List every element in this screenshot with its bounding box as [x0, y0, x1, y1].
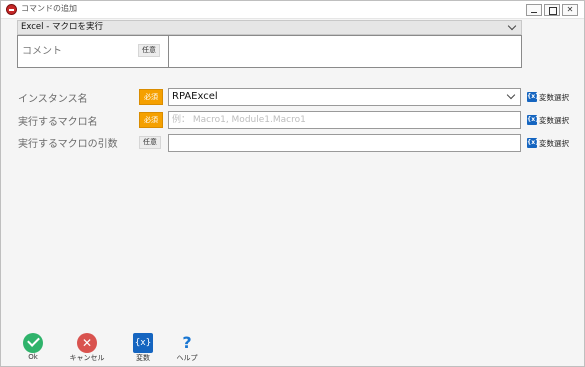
ok-label: Ok — [28, 353, 38, 361]
variable-select-button[interactable]: {x} 変数選択 — [527, 90, 583, 104]
required-badge: 必須 — [139, 112, 163, 128]
title-bar: コマンドの追加 — [1, 1, 584, 19]
action-dropdown-value: Excel - マクロを実行 — [21, 22, 103, 32]
variable-icon: {x} — [133, 333, 153, 353]
comment-section: コメント 任意 — [17, 35, 522, 68]
variable-select-label: 変数選択 — [539, 93, 569, 102]
macro-name-label: 実行するマクロ名 — [18, 117, 98, 128]
comment-label-area: コメント 任意 — [18, 36, 169, 67]
app-logo-icon — [6, 4, 17, 15]
maximize-button[interactable] — [544, 4, 560, 16]
comment-input[interactable] — [170, 36, 521, 67]
ok-button[interactable]: Ok — [13, 333, 53, 365]
command-dialog: コマンドの追加 Excel - マクロを実行 コメント 任意 インスタンス名 必… — [0, 0, 585, 367]
macro-args-label: 実行するマクロの引数 — [18, 139, 118, 150]
variable-select-label: 変数選択 — [539, 116, 569, 125]
variable-select-label: 変数選択 — [539, 139, 569, 148]
variable-icon: {x} — [527, 92, 540, 102]
optional-badge: 任意 — [139, 136, 161, 149]
minimize-button[interactable] — [526, 4, 542, 16]
chevron-down-icon — [507, 21, 517, 31]
macro-args-input[interactable] — [168, 134, 521, 152]
action-dropdown[interactable]: Excel - マクロを実行 — [17, 20, 522, 35]
instance-name-value: RPAExcel — [172, 91, 218, 102]
cancel-label: キャンセル — [69, 354, 105, 362]
variables-label: 変数 — [136, 354, 150, 362]
instance-name-dropdown[interactable]: RPAExcel — [168, 88, 521, 106]
close-button[interactable] — [562, 4, 578, 16]
close-icon: ✕ — [77, 333, 97, 353]
window-title: コマンドの追加 — [21, 4, 77, 13]
cancel-button[interactable]: ✕ キャンセル — [67, 333, 107, 365]
help-button[interactable]: ? ヘルプ — [167, 333, 207, 365]
variable-icon: {x} — [527, 138, 540, 148]
required-badge: 必須 — [139, 89, 163, 105]
variable-icon: {x} — [527, 115, 540, 125]
chevron-down-icon — [506, 90, 516, 100]
variable-select-button[interactable]: {x} 変数選択 — [527, 136, 583, 150]
help-label: ヘルプ — [176, 354, 198, 362]
instance-name-label: インスタンス名 — [18, 94, 88, 105]
variable-select-button[interactable]: {x} 変数選択 — [527, 113, 583, 127]
check-icon — [23, 333, 43, 353]
variables-button[interactable]: {x} 変数 — [123, 333, 163, 365]
macro-name-input[interactable]: 例： Macro1, Module1.Macro1 — [168, 111, 521, 129]
question-icon: ? — [182, 333, 192, 352]
optional-badge: 任意 — [138, 44, 160, 57]
comment-label: コメント — [22, 46, 62, 57]
